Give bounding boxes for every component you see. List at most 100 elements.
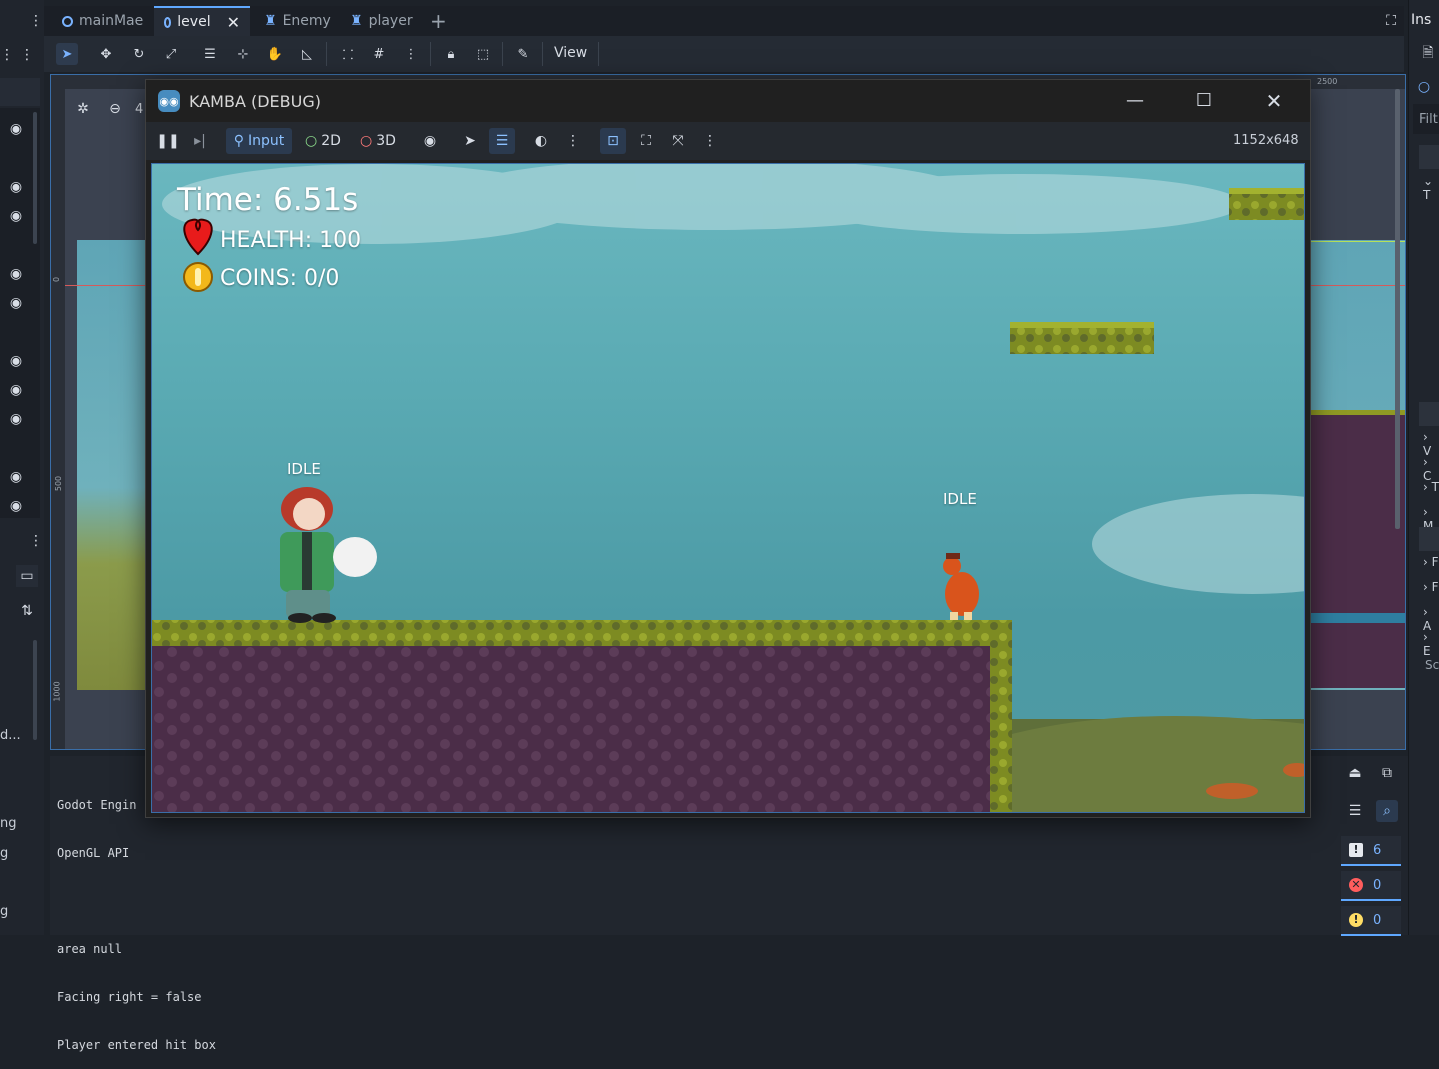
search-icon[interactable]: ⌕ [1376, 800, 1398, 822]
list-select-icon[interactable]: ☰ [489, 128, 515, 154]
window-titlebar[interactable]: ◉◉ KAMBA (DEBUG) — ☐ ✕ [146, 80, 1310, 122]
ground-grass-edge [990, 620, 1012, 812]
heart-icon [183, 218, 213, 256]
visibility-eye-icon[interactable]: ◉ [6, 178, 26, 196]
close-icon[interactable]: ✕ [1261, 88, 1287, 114]
section-label[interactable]: › F [1423, 580, 1439, 594]
section-label[interactable]: › E [1423, 630, 1439, 658]
add-tab-button[interactable]: + [420, 6, 457, 36]
grid-snap-icon[interactable]: # [368, 43, 390, 65]
log-line: area null [57, 942, 123, 956]
tab-level[interactable]: level ✕ [154, 6, 250, 36]
visibility-eye-icon[interactable]: ◉ [6, 381, 26, 399]
kebab-menu-icon[interactable]: ⋮ [698, 128, 722, 154]
enemy-state-label: IDLE [943, 490, 977, 508]
tab-player[interactable]: ♜ player [340, 6, 423, 36]
input-toggle-button[interactable]: ⚲ Input [226, 128, 292, 154]
skeleton-bone-icon[interactable]: ✎ [512, 43, 534, 65]
circle-node-icon: ○ [305, 133, 318, 149]
fit-size-icon[interactable]: ⛶ [634, 128, 658, 154]
minimize-icon[interactable]: — [1122, 88, 1148, 114]
plus-icon: + [430, 9, 447, 33]
zoom-level: 4 [135, 102, 144, 117]
copy-icon[interactable]: ⧉ [1376, 762, 1398, 784]
move-mode-icon[interactable]: ✥ [95, 43, 117, 65]
camera-icon[interactable]: ◐ [529, 128, 553, 154]
next-frame-icon[interactable]: ▸| [188, 128, 212, 154]
pause-icon[interactable]: ❚❚ [156, 128, 180, 154]
scene-tree-scrollbar[interactable] [33, 112, 37, 244]
visibility-eye-icon[interactable]: ◉ [6, 468, 26, 486]
select-mode-icon[interactable]: ➤ [56, 43, 78, 65]
collapse-icon[interactable]: ☰ [1344, 800, 1366, 822]
character-node-icon: ♜ [350, 13, 363, 29]
visibility-eye-icon[interactable]: ◉ [6, 265, 26, 283]
center-view-icon[interactable]: ✲ [73, 99, 93, 119]
sort-icon[interactable]: ⇅ [16, 600, 38, 622]
visibility-eye-icon[interactable]: ◉ [6, 294, 26, 312]
level-preview-water [1311, 613, 1405, 623]
mode-3d-button[interactable]: ○ 3D [356, 128, 400, 154]
inspector-tab[interactable]: Ins [1411, 12, 1431, 28]
time-label: Time: 6.51s [177, 182, 359, 218]
window-title: KAMBA (DEBUG) [189, 92, 321, 111]
section-label[interactable]: › T [1423, 480, 1439, 494]
section-label[interactable]: › C [1423, 455, 1439, 483]
filesystem-scrollbar[interactable] [33, 640, 37, 740]
game-canvas[interactable]: Time: 6.51s HEALTH: 100 COINS: 0/0 IDLE … [151, 163, 1305, 813]
section-label[interactable]: › A [1423, 605, 1439, 633]
enemy-sprite [943, 553, 979, 620]
visibility-eye-icon[interactable]: ◉ [6, 352, 26, 370]
visibility-eye-icon[interactable]: ◉ [6, 207, 26, 225]
embed-window-icon[interactable]: ⊡ [600, 128, 626, 154]
section-label[interactable]: › F [1423, 555, 1439, 569]
view-menu[interactable]: View [554, 45, 587, 61]
filter-input[interactable]: Filt [1413, 104, 1439, 134]
viewport-scrollbar[interactable] [1395, 89, 1400, 529]
window-icon[interactable]: ▭ [16, 565, 38, 587]
fullscreen-icon[interactable]: ⤧ [666, 128, 690, 154]
snap-options-icon[interactable]: ⋮ [400, 43, 422, 65]
close-icon[interactable]: ✕ [227, 13, 240, 32]
kebab-menu-icon[interactable]: ⋮ [561, 128, 585, 154]
kebab-menu-icon[interactable]: ⋮ [29, 12, 43, 30]
select-mode-icon[interactable]: ➤ [458, 128, 482, 154]
error-count: 0 [1373, 877, 1382, 893]
maximize-icon[interactable]: ☐ [1191, 88, 1217, 114]
tab-label: level [177, 14, 211, 30]
section-label[interactable]: › V [1423, 430, 1439, 458]
game-debug-window[interactable]: ◉◉ KAMBA (DEBUG) — ☐ ✕ ❚❚ ▸| ⚲ Input ○ 2… [145, 79, 1311, 818]
visibility-eye-icon[interactable]: ◉ [6, 410, 26, 428]
dock-tab-icon[interactable]: ⋮ [0, 46, 14, 64]
distraction-free-icon[interactable]: ⛶ [1380, 10, 1402, 32]
filter-errors-button[interactable]: ✕ 0 [1341, 871, 1401, 901]
ruler-icon[interactable]: ◺ [296, 43, 318, 65]
scroll-lock-icon[interactable]: ⏏ [1344, 762, 1366, 784]
pan-hand-icon[interactable]: ✋ [264, 43, 286, 65]
section-label[interactable]: ⌄ T [1423, 174, 1439, 202]
tab-enemy[interactable]: ♜ Enemy [254, 6, 341, 36]
smart-snap-icon[interactable]: ⸬ [337, 43, 359, 65]
scale-mode-icon[interactable]: ⤢ [160, 43, 182, 65]
filter-warnings-button[interactable]: ! 0 [1341, 906, 1401, 936]
rotate-mode-icon[interactable]: ↻ [128, 43, 150, 65]
tab-mainmae[interactable]: mainMae [52, 6, 153, 36]
group-icon[interactable]: ⬚ [472, 43, 494, 65]
visibility-eye-icon[interactable]: ◉ [6, 497, 26, 515]
mode-2d-label: 2D [321, 133, 341, 149]
list-select-icon[interactable]: ☰ [199, 43, 221, 65]
input-label: Input [248, 133, 285, 149]
kebab-menu-icon[interactable]: ⋮ [29, 532, 43, 550]
zoom-out-icon[interactable]: ⊖ [105, 99, 125, 119]
dock-options-icon[interactable]: ⋮ [20, 46, 34, 64]
filter-messages-button[interactable]: ! 6 [1341, 836, 1401, 866]
pivot-icon[interactable]: ⊹ [232, 43, 254, 65]
chevron-down-icon: ⌄ [1423, 174, 1434, 188]
visibility-eye-icon[interactable]: ◉ [6, 120, 26, 138]
lock-icon[interactable]: 🔒︎ [440, 43, 462, 65]
resolution-label: 1152x648 [1233, 133, 1299, 148]
chevron-right-icon: › [1423, 455, 1428, 469]
mode-2d-button[interactable]: ○ 2D [301, 128, 345, 154]
new-resource-icon[interactable]: 🗎︎ [1419, 44, 1437, 62]
visibility-eye-icon[interactable]: ◉ [418, 128, 442, 154]
